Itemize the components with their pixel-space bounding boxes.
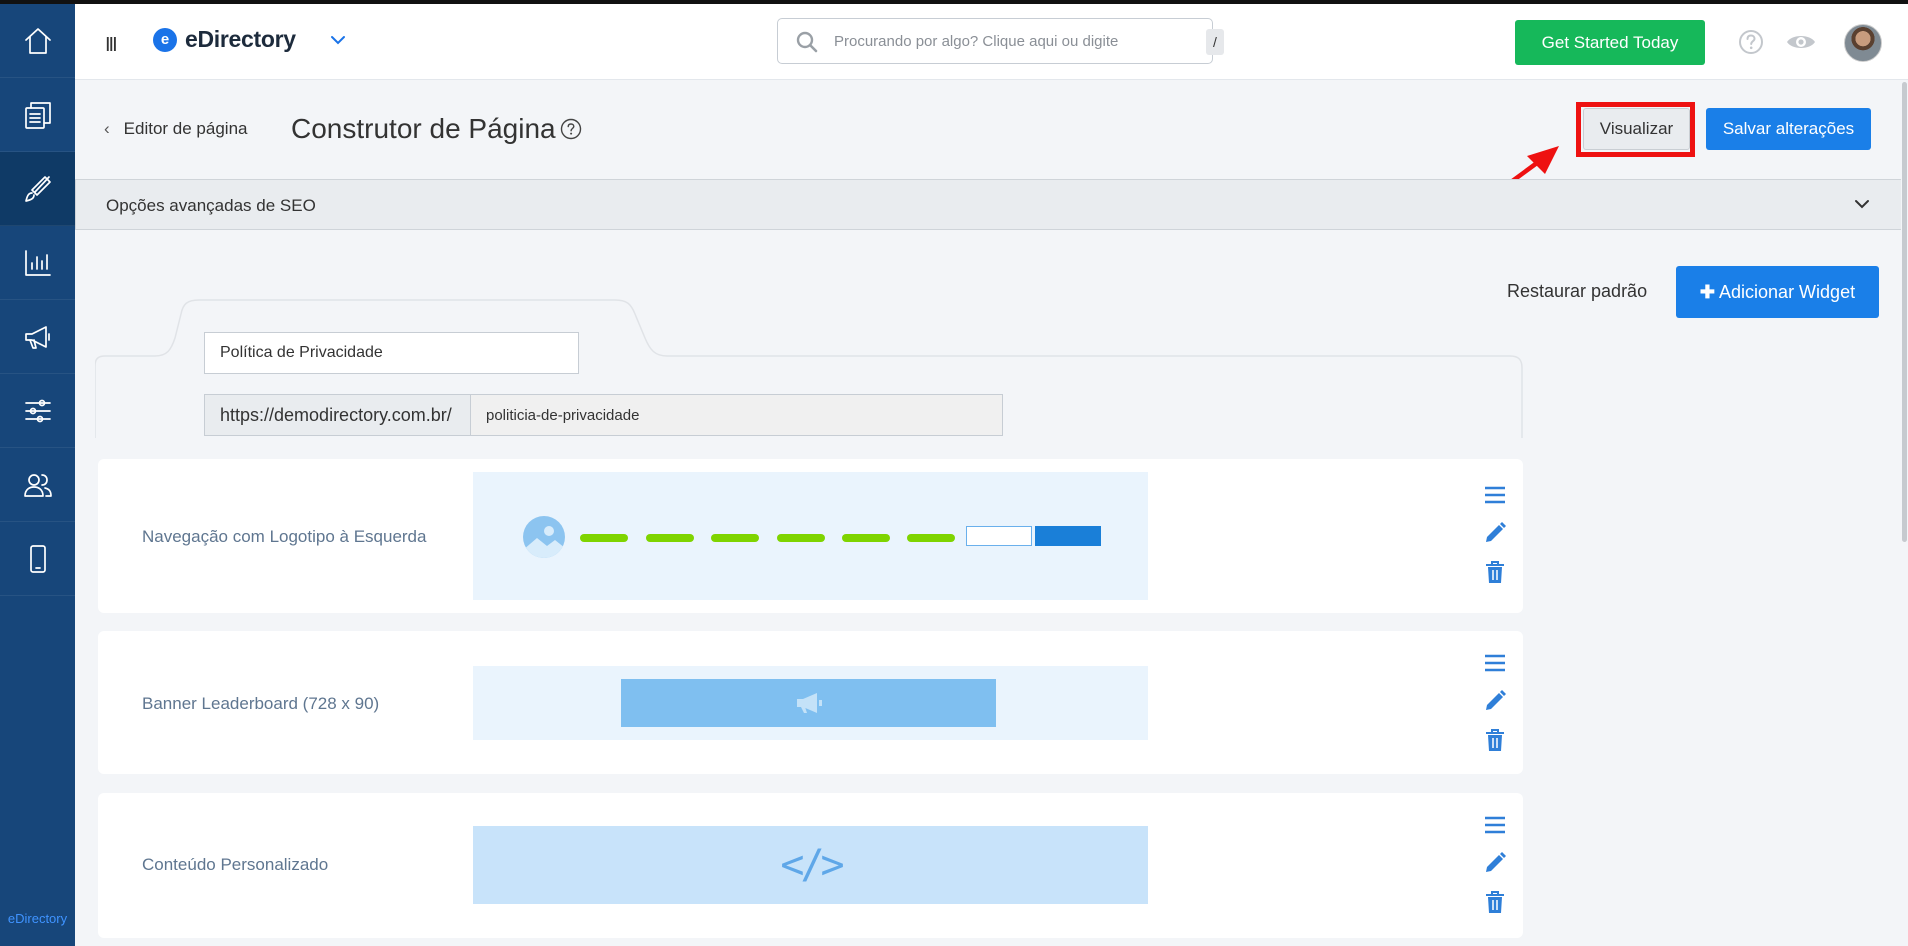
nav-link-placeholder	[907, 534, 955, 542]
page-title: Construtor de Página	[291, 113, 556, 144]
seo-options-label: Opções avançadas de SEO	[106, 196, 316, 215]
delete-trash-icon[interactable]	[1483, 560, 1507, 584]
drag-handle-icon[interactable]	[1483, 813, 1507, 837]
widget-actions	[1483, 813, 1507, 913]
back-link[interactable]: ‹ Editor de página	[104, 119, 248, 139]
search-input[interactable]	[834, 27, 1134, 55]
widget-actions	[1483, 651, 1507, 751]
widget-label: Conteúdo Personalizado	[142, 855, 329, 874]
nav-button-filled-placeholder	[1035, 526, 1101, 546]
widget-row[interactable]: Conteúdo Personalizado </>	[98, 793, 1523, 938]
preview-button[interactable]: Visualizar	[1583, 108, 1690, 150]
sidebar-brand: eDirectory	[7, 911, 68, 926]
sidebar-item-settings[interactable]	[0, 374, 75, 448]
add-widget-label: Adicionar Widget	[1719, 281, 1856, 302]
nav-link-placeholder	[580, 534, 628, 542]
search-shortcut-key: /	[1206, 29, 1224, 55]
widget-actions	[1483, 483, 1507, 583]
user-avatar[interactable]	[1844, 24, 1882, 62]
save-changes-button[interactable]: Salvar alterações	[1706, 108, 1871, 150]
sidebar-item-reports[interactable]	[0, 226, 75, 300]
chevron-down-icon	[1855, 200, 1869, 209]
help-icon[interactable]	[1738, 29, 1764, 55]
drag-handle-icon[interactable]	[1483, 651, 1507, 675]
promotion-megaphone-icon	[24, 325, 50, 349]
search-box[interactable]: /	[777, 18, 1224, 64]
add-widget-button[interactable]: ✚ Adicionar Widget	[1676, 266, 1879, 318]
nav-link-placeholder	[777, 534, 825, 542]
nav-link-placeholder	[842, 534, 890, 542]
restore-default-link[interactable]: Restaurar padrão	[1507, 281, 1647, 302]
logo-mark-icon: e	[153, 27, 177, 52]
chevron-left-icon: ‹	[104, 119, 110, 138]
widget-label: Banner Leaderboard (728 x 90)	[142, 694, 380, 713]
nav-link-placeholder	[646, 534, 694, 542]
custom-content-preview: </>	[473, 826, 1148, 904]
top-bar: III e eDirectory / Get Started Today	[75, 4, 1908, 80]
content-icon	[24, 101, 51, 129]
sidebar-item-design[interactable]	[0, 152, 75, 226]
sidebar-item-home[interactable]	[0, 4, 75, 78]
page-url-group: https://demodirectory.com.br/	[204, 394, 1003, 436]
edit-pencil-icon[interactable]	[1483, 851, 1507, 875]
help-circle-icon[interactable]	[560, 118, 582, 140]
url-slug-input[interactable]	[471, 394, 1003, 436]
delete-trash-icon[interactable]	[1483, 728, 1507, 752]
banner-preview	[473, 666, 1148, 740]
widget-label: Navegação com Logotipo à Esquerda	[142, 527, 427, 546]
chevron-down-icon[interactable]	[330, 34, 346, 46]
preview-eye-icon[interactable]	[1785, 31, 1817, 53]
nav-link-placeholder	[711, 534, 759, 542]
page-name-input[interactable]	[204, 332, 579, 374]
reports-chart-icon	[24, 249, 51, 276]
plus-icon: ✚	[1699, 281, 1715, 302]
sidebar: eDirectory	[0, 0, 75, 946]
code-icon: </>	[780, 842, 844, 888]
sidebar-item-content[interactable]	[0, 78, 75, 152]
logo-placeholder-icon	[523, 516, 565, 558]
widget-row[interactable]: Banner Leaderboard (728 x 90)	[98, 631, 1523, 774]
seo-options-accordion[interactable]: Opções avançadas de SEO	[75, 179, 1902, 230]
url-prefix: https://demodirectory.com.br/	[204, 394, 471, 436]
search-icon	[796, 31, 818, 53]
sidebar-item-promotion[interactable]	[0, 300, 75, 374]
back-link-label: Editor de página	[123, 119, 248, 138]
edit-pencil-icon[interactable]	[1483, 521, 1507, 545]
window-top-edge	[0, 0, 1908, 4]
navigation-preview	[473, 472, 1148, 600]
megaphone-icon	[796, 693, 822, 713]
get-started-button[interactable]: Get Started Today	[1515, 20, 1705, 65]
users-icon	[23, 473, 52, 497]
edit-pencil-icon[interactable]	[1483, 689, 1507, 713]
delete-trash-icon[interactable]	[1483, 890, 1507, 914]
sidebar-item-mobile[interactable]	[0, 522, 75, 596]
settings-sliders-icon	[24, 399, 51, 422]
mobile-app-icon	[29, 544, 46, 573]
brand-logo[interactable]: e eDirectory	[153, 26, 296, 53]
nav-button-outline-placeholder	[966, 526, 1032, 546]
widget-row[interactable]: Navegação com Logotipo à Esquerda	[98, 459, 1523, 613]
menu-toggle-icon[interactable]: III	[105, 34, 118, 57]
home-icon	[24, 27, 51, 54]
brand-name: eDirectory	[185, 26, 296, 52]
scrollbar-thumb[interactable]	[1902, 82, 1907, 542]
banner-placeholder	[621, 679, 996, 727]
design-brush-icon	[24, 175, 51, 202]
sidebar-item-users[interactable]	[0, 448, 75, 522]
drag-handle-icon[interactable]	[1483, 483, 1507, 507]
